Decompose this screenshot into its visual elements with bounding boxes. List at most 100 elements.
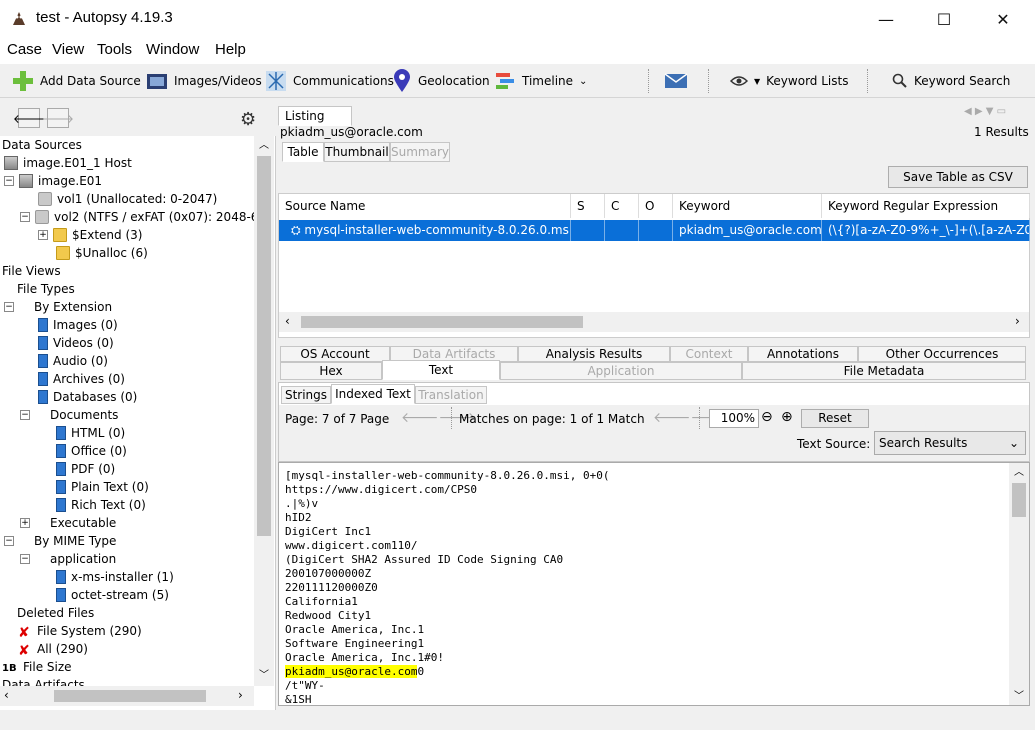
scroll-up-icon[interactable]: ︿	[254, 136, 274, 154]
email-button[interactable]	[664, 68, 688, 94]
table-horizontal-scrollbar[interactable]: ‹ ›	[279, 312, 1029, 332]
tree-item-deleted-files[interactable]: Deleted Files	[4, 604, 94, 622]
column-c[interactable]: C	[605, 194, 639, 218]
tab-text[interactable]: Text	[382, 360, 500, 380]
tree-item-data-artifacts[interactable]: Data Artifacts	[2, 676, 85, 686]
zoom-in-icon[interactable]: ⊕	[781, 409, 793, 425]
tree-item-videos[interactable]: Videos (0)	[38, 334, 114, 352]
images-videos-button[interactable]: Images/Videos	[146, 68, 262, 94]
collapse-icon[interactable]: −	[20, 554, 30, 564]
scroll-down-icon[interactable]: ﹀	[254, 666, 274, 684]
tab-listing[interactable]: Listing	[278, 106, 352, 126]
tree-item-image[interactable]: − image.E01	[4, 172, 102, 190]
minimize-button[interactable]: —	[863, 0, 909, 38]
tree-item-file-types[interactable]: File Types	[4, 280, 75, 298]
timeline-button[interactable]: Timeline ⌄	[494, 68, 587, 94]
zoom-out-icon[interactable]: ⊖	[761, 409, 773, 425]
tab-summary[interactable]: Summary	[390, 142, 450, 162]
text-source-select[interactable]: Search Results ⌄	[874, 431, 1026, 455]
column-source-name[interactable]: Source Name	[279, 194, 571, 218]
scroll-down-icon[interactable]: ﹀	[1009, 687, 1029, 703]
tree-item-file-size[interactable]: 1B File Size	[2, 658, 72, 676]
tab-file-metadata[interactable]: File Metadata	[742, 362, 1026, 380]
tree-item-rich-text[interactable]: Rich Text (0)	[56, 496, 146, 514]
collapse-icon[interactable]: −	[4, 536, 14, 546]
tree-item-x-ms-installer[interactable]: x-ms-installer (1)	[56, 568, 174, 586]
tree-item-all[interactable]: ✘ All (290)	[18, 640, 88, 659]
menu-view[interactable]: View	[52, 41, 84, 58]
tree-item-octet-stream[interactable]: octet-stream (5)	[56, 586, 169, 604]
tree-vertical-scrollbar[interactable]: ︿ ﹀	[254, 136, 274, 686]
tree-item-file-system[interactable]: ✘ File System (290)	[18, 622, 142, 641]
tree-item-unalloc[interactable]: $Unalloc (6)	[56, 244, 148, 262]
tree-item-vol2[interactable]: − vol2 (NTFS / exFAT (0x07): 2048-61	[20, 208, 254, 226]
cell-keyword[interactable]: pkiadm_us@oracle.com	[673, 220, 822, 241]
tab-other-occurrences[interactable]: Other Occurrences	[858, 346, 1026, 362]
tree-item-audio[interactable]: Audio (0)	[38, 352, 108, 370]
tab-translation[interactable]: Translation	[415, 386, 487, 404]
expand-icon[interactable]: +	[20, 518, 30, 528]
tree-item-vol1[interactable]: vol1 (Unallocated: 0-2047)	[38, 190, 217, 208]
tree-item-documents[interactable]: − Documents	[20, 406, 118, 424]
indexed-text-area[interactable]: [mysql-installer-web-community-8.0.26.0.…	[278, 462, 1030, 706]
tree-horizontal-scrollbar[interactable]: ‹ ›	[0, 686, 254, 706]
cell-s[interactable]	[571, 220, 605, 241]
column-keyword[interactable]: Keyword	[673, 194, 822, 218]
tree-item-file-views[interactable]: File Views	[2, 262, 61, 280]
reset-zoom-button[interactable]: Reset	[801, 409, 869, 428]
scroll-right-icon[interactable]: ›	[1015, 314, 1020, 328]
menu-case[interactable]: Case	[7, 41, 42, 58]
maximize-button[interactable]: ☐	[921, 0, 967, 38]
close-button[interactable]: ✕	[980, 0, 1026, 38]
tree-item-html[interactable]: HTML (0)	[56, 424, 125, 442]
tab-annotations[interactable]: Annotations	[748, 346, 858, 362]
column-o[interactable]: O	[639, 194, 673, 218]
menu-help[interactable]: Help	[215, 41, 246, 58]
tree-item-images[interactable]: Images (0)	[38, 316, 118, 334]
geolocation-button[interactable]: Geolocation	[392, 68, 490, 94]
scroll-right-icon[interactable]: ›	[238, 688, 243, 702]
cell-keyword-regex[interactable]: (\{?)[a-zA-Z0-9%+_\-]+(\.[a-zA-Z0-	[822, 220, 1030, 241]
add-data-source-button[interactable]: Add Data Source	[12, 68, 141, 94]
back-button[interactable]: 🡐	[13, 108, 45, 128]
tree-item-host[interactable]: image.E01_1 Host	[4, 154, 132, 172]
communications-button[interactable]: Communications	[265, 68, 394, 94]
tab-table[interactable]: Table	[282, 142, 324, 162]
zoom-field[interactable]: 100%	[709, 409, 759, 428]
tree-item-extend[interactable]: + $Extend (3)	[38, 226, 142, 244]
tab-hex[interactable]: Hex	[280, 362, 382, 380]
tab-strings[interactable]: Strings	[281, 386, 331, 404]
gear-icon[interactable]: ⚙	[240, 109, 256, 130]
scrollbar-thumb[interactable]	[301, 316, 583, 328]
scroll-left-icon[interactable]: ‹	[4, 688, 9, 702]
tab-os-account[interactable]: OS Account	[280, 346, 390, 362]
tree-item-application[interactable]: − application	[20, 550, 116, 568]
tree-item-executable[interactable]: + Executable	[20, 514, 116, 532]
menu-window[interactable]: Window	[146, 41, 199, 58]
column-s[interactable]: S	[571, 194, 605, 218]
tree-item-data-sources[interactable]: Data Sources	[2, 136, 82, 154]
tab-analysis-results[interactable]: Analysis Results	[518, 346, 670, 362]
column-keyword-regex[interactable]: Keyword Regular Expression	[822, 194, 1030, 218]
tab-indexed-text[interactable]: Indexed Text	[331, 384, 415, 404]
cell-o[interactable]	[639, 220, 673, 241]
save-table-csv-button[interactable]: Save Table as CSV	[888, 166, 1028, 188]
collapse-icon[interactable]: −	[20, 212, 30, 222]
text-vertical-scrollbar[interactable]: ︿ ﹀	[1009, 463, 1029, 705]
expand-icon[interactable]: +	[38, 230, 48, 240]
menu-tools[interactable]: Tools	[97, 41, 132, 58]
collapse-icon[interactable]: −	[20, 410, 30, 420]
keyword-search-button[interactable]: Keyword Search	[892, 68, 1010, 94]
tree-item-by-mime-type[interactable]: − By MIME Type	[4, 532, 116, 550]
scroll-up-icon[interactable]: ︿	[1009, 463, 1029, 479]
tree-item-databases[interactable]: Databases (0)	[38, 388, 137, 406]
cell-c[interactable]	[605, 220, 639, 241]
tree-item-pdf[interactable]: PDF (0)	[56, 460, 115, 478]
tree-item-by-extension[interactable]: − By Extension	[4, 298, 112, 316]
tree-item-office[interactable]: Office (0)	[56, 442, 127, 460]
tree-item-plain-text[interactable]: Plain Text (0)	[56, 478, 149, 496]
collapse-icon[interactable]: −	[4, 302, 14, 312]
scroll-left-icon[interactable]: ‹	[285, 314, 290, 328]
tab-context[interactable]: Context	[670, 346, 748, 362]
tab-application[interactable]: Application	[500, 362, 742, 380]
